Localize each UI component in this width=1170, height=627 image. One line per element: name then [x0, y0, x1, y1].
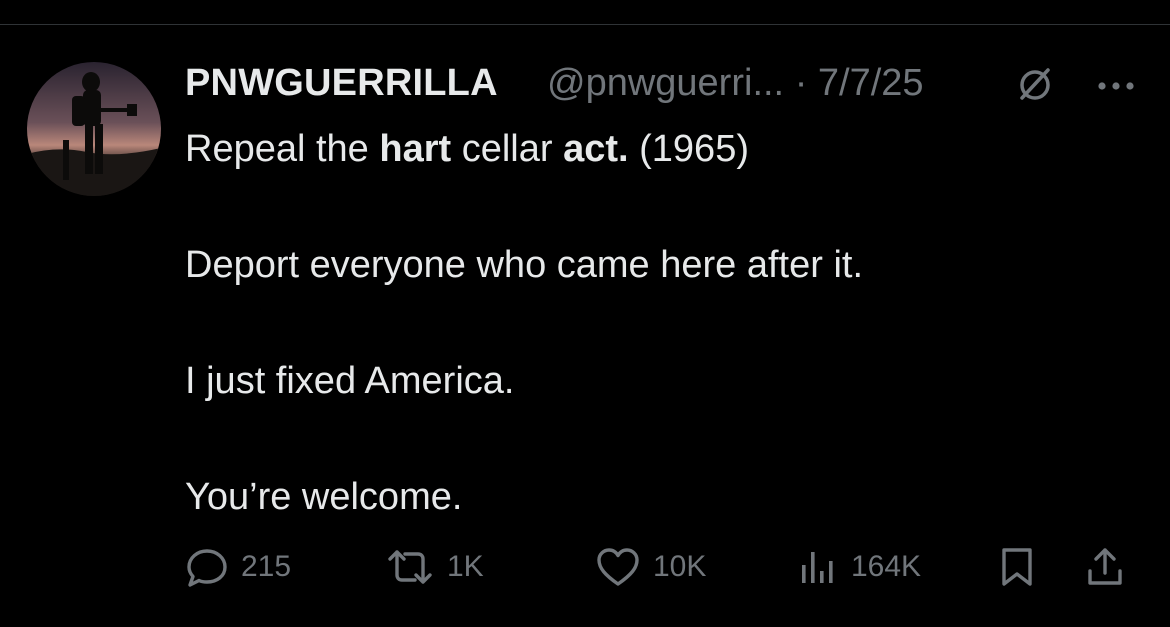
share-icon — [1088, 548, 1122, 585]
tweet-meta: @pnwguerri... · 7/7/25 — [547, 62, 924, 105]
reply-button[interactable]: 215 — [185, 542, 291, 592]
like-count: 10K — [653, 550, 707, 583]
reply-count: 215 — [241, 550, 292, 583]
avatar[interactable] — [27, 62, 161, 196]
tweet-text-bold: hart — [379, 128, 452, 170]
views-count: 164K — [851, 550, 922, 583]
heart-icon — [597, 548, 639, 586]
grok-icon[interactable] — [1015, 64, 1055, 104]
repost-count: 1K — [447, 550, 484, 583]
meta-separator: · — [794, 62, 808, 104]
reply-icon — [187, 549, 227, 587]
tweet-text-bold: act. — [563, 128, 629, 170]
bar-chart-icon — [802, 552, 833, 583]
display-name[interactable]: PNWGUERRILLA — [185, 62, 498, 105]
tweet-line-3: I just fixed America. — [185, 360, 515, 402]
repost-icon — [388, 550, 432, 584]
tweet-text-segment: Repeal the — [185, 128, 380, 170]
tweet-actions: 215 1K 10K 164K — [185, 542, 1145, 592]
avatar-image — [27, 62, 161, 196]
tweet-line-1: Repeal the hart cellar act. (1965) — [185, 120, 1145, 178]
share-button[interactable] — [1083, 542, 1127, 592]
tweet-text: Repeal the hart cellar act. (1965) Depor… — [185, 120, 1145, 526]
tweet-header: PNWGUERRILLA @pnwguerri... · 7/7/25 — [185, 58, 1145, 108]
more-dots-icon[interactable] — [1093, 64, 1139, 104]
bookmark-button[interactable] — [997, 542, 1037, 592]
tweet-text-segment: cellar — [451, 128, 564, 170]
tweet-line-2: Deport everyone who came here after it. — [185, 244, 864, 286]
tweet-line-4: You’re welcome. — [185, 476, 463, 518]
repost-button[interactable]: 1K — [385, 542, 484, 592]
handle[interactable]: @pnwguerri... — [547, 62, 784, 105]
bookmark-icon — [1002, 548, 1032, 586]
tweet-date[interactable]: 7/7/25 — [818, 62, 924, 105]
like-button[interactable]: 10K — [595, 542, 706, 592]
views-button[interactable]: 164K — [795, 542, 921, 592]
tweet-text-segment: (1965) — [628, 128, 749, 170]
top-divider — [0, 24, 1170, 25]
